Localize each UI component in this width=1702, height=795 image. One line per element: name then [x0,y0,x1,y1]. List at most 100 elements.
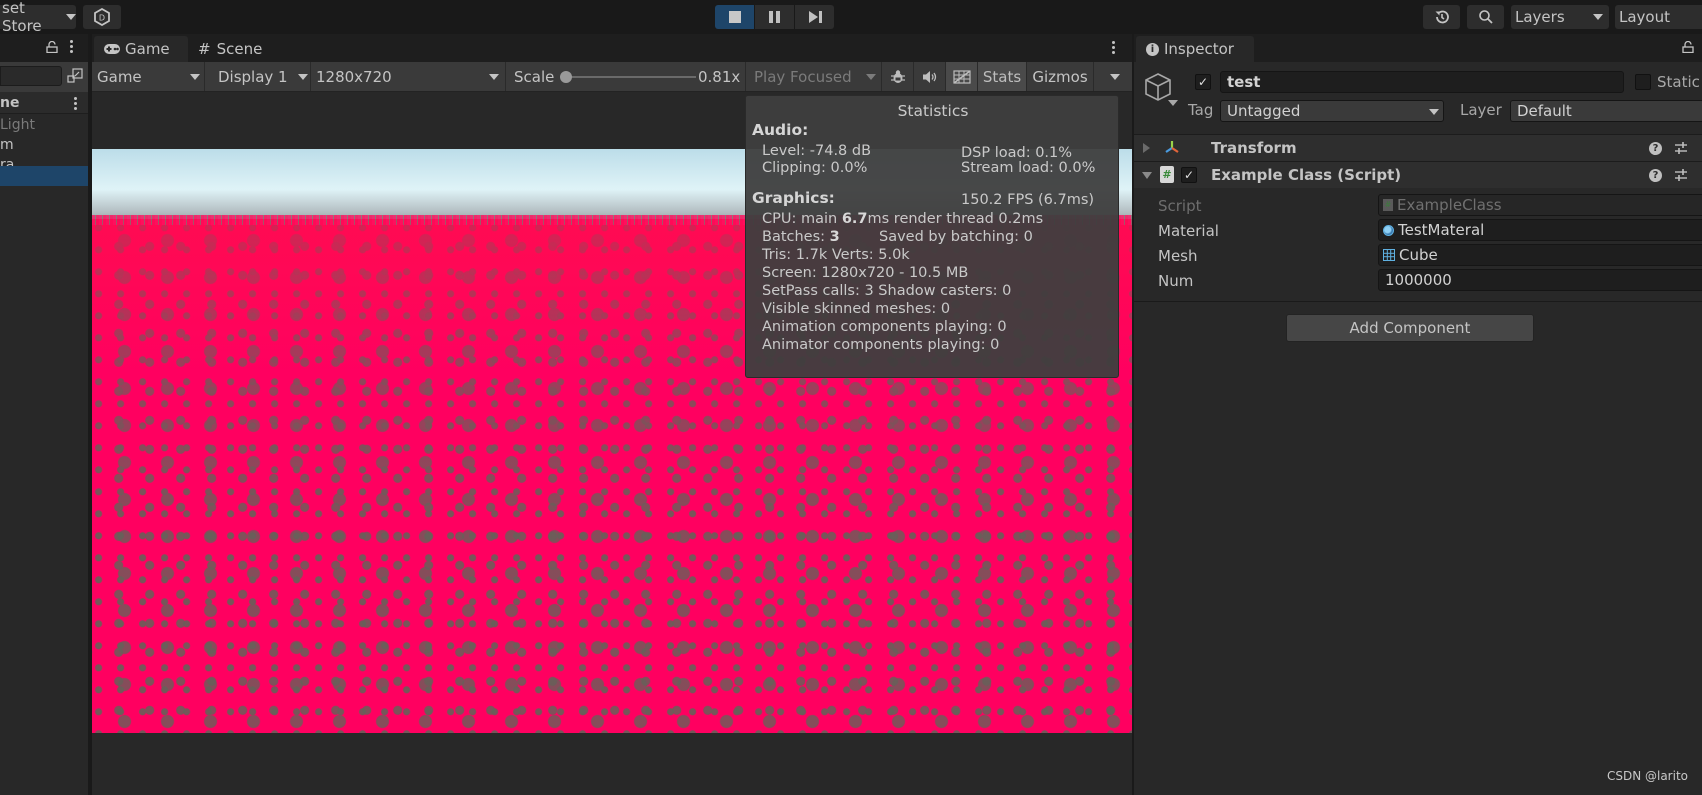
object-name-input[interactable]: test [1220,71,1624,93]
layer-label: Layer [1460,101,1502,119]
gizmos-toggle[interactable]: Gizmos [1027,62,1094,91]
hierarchy-item[interactable]: m [0,135,88,155]
tab-scene-label: Scene [216,40,263,58]
expand-arrow-icon[interactable] [1143,143,1150,153]
step-icon [808,11,822,23]
svg-text:D: D [99,14,105,23]
tab-game[interactable]: Game [94,36,188,62]
gizmos-dropdown[interactable] [1094,62,1132,91]
unity-account-icon: D [94,8,110,26]
hierarchy-item-selected[interactable] [0,166,88,186]
hierarchy-search-input[interactable] [0,66,62,86]
object-name-value: test [1227,73,1261,91]
display-value: Display 1 [218,67,288,86]
icon-dropdown-caret[interactable] [1168,100,1178,106]
stats-screen: Screen: 1280x720 - 10.5 MB [762,265,969,281]
resolution-dropdown[interactable]: 1280x720 [311,62,506,91]
field-num-label: Num [1158,272,1194,290]
stats-toggle[interactable]: Stats [978,62,1027,91]
play-mode-value: Play Focused [754,67,852,86]
field-mesh-value[interactable]: Cube [1378,244,1702,266]
stats-dsp-load: DSP load: 0.1% [961,145,1073,161]
more-options-icon[interactable] [1112,41,1115,55]
material-icon [1383,224,1394,236]
grid-icon: # [198,40,211,58]
field-material-value[interactable]: TestMateral [1378,219,1702,241]
history-button[interactable] [1423,5,1460,29]
layout-dropdown[interactable]: Layout [1615,5,1702,29]
field-material-text: TestMateral [1398,221,1485,239]
field-num-input[interactable]: 1000000 [1378,269,1702,291]
stats-batches: Batches: 3 [762,229,840,245]
main-toolbar: set Store D Layers Layout [0,0,1702,35]
gameobject-cube-icon[interactable] [1144,72,1172,102]
scene-search-icon[interactable] [67,68,83,84]
hierarchy-scene-header[interactable]: ne [0,92,88,114]
scale-slider-thumb[interactable] [560,71,572,83]
display-dropdown[interactable]: Display 1 [205,62,311,91]
script-icon: # [1383,199,1393,211]
stats-audio-header: Audio: [752,121,809,139]
mute-audio-toggle[interactable] [914,62,946,91]
component-script-header[interactable]: # ✓ Example Class (Script) ? [1134,161,1702,188]
render-toggle[interactable] [946,62,978,91]
search-button[interactable] [1467,5,1504,29]
scale-label: Scale [514,67,555,86]
game-controls-bar: Game Display 1 1280x720 Scale 0.81x Play… [92,62,1132,92]
stats-animator-components: Animator components playing: 0 [762,337,1000,353]
active-checkbox[interactable]: ✓ [1195,74,1211,90]
script-icon: # [1160,166,1174,183]
more-options-icon[interactable] [70,40,73,54]
stats-cpu-prefix: CPU: main [762,211,842,227]
hierarchy-tabbar [0,34,88,62]
transform-icon [1165,141,1179,153]
stats-cpu-main: 6.7 [841,211,868,227]
chevron-down-icon [1110,74,1120,80]
lock-icon[interactable] [1682,41,1694,53]
bug-icon [890,69,905,83]
pause-button[interactable] [755,5,794,29]
component-enabled-checkbox[interactable]: ✓ [1181,167,1197,183]
checkmark-icon: ✓ [1183,168,1195,182]
view-mode-dropdown[interactable]: Game [92,62,205,91]
stats-saved-by-batching: Saved by batching: 0 [879,229,1033,245]
add-component-button[interactable]: Add Component [1286,314,1534,342]
layer-value: Default [1517,102,1572,120]
field-script-text: ExampleClass [1397,196,1502,214]
layer-dropdown[interactable]: Default [1510,100,1702,122]
static-checkbox[interactable] [1635,74,1651,90]
stats-stream-load: Stream load: 0.0% [961,160,1096,176]
gamepad-icon [104,44,120,54]
scene-name: ne [0,95,20,111]
asset-store-dropdown[interactable]: set Store [0,0,76,35]
asset-store-label: set Store [2,0,42,35]
hierarchy-item-label: m [0,137,14,153]
tag-dropdown[interactable]: Untagged [1220,100,1444,122]
debug-toggle[interactable] [882,62,914,91]
game-tabbar: Game # Scene [92,34,1132,62]
account-button[interactable]: D [83,5,121,29]
component-transform-header[interactable]: Transform ? [1134,134,1702,161]
more-options-icon[interactable] [74,97,77,111]
component-settings-icon[interactable] [1674,168,1688,182]
step-button[interactable] [795,5,834,29]
gizmos-label: Gizmos [1032,67,1088,86]
field-mesh-label: Mesh [1158,247,1198,265]
layers-dropdown[interactable]: Layers [1511,5,1609,29]
tab-inspector[interactable]: i Inspector [1136,36,1254,62]
chevron-down-icon [66,14,76,20]
stop-button[interactable] [715,5,754,29]
hierarchy-item-light[interactable]: Light [0,115,88,135]
lock-icon[interactable] [46,41,58,53]
collapse-arrow-icon[interactable] [1142,172,1152,179]
help-icon[interactable]: ? [1649,169,1662,182]
scale-slider-track[interactable] [566,76,696,78]
tag-value: Untagged [1227,102,1301,120]
layout-label: Layout [1619,8,1670,26]
component-settings-icon[interactable] [1674,141,1688,155]
tab-scene[interactable]: # Scene [198,36,288,62]
scale-control: Scale 0.81x [506,62,746,91]
help-icon[interactable]: ? [1649,142,1662,155]
stats-audio-clipping: Clipping: 0.0% [762,160,868,176]
play-mode-dropdown[interactable]: Play Focused [746,62,882,91]
